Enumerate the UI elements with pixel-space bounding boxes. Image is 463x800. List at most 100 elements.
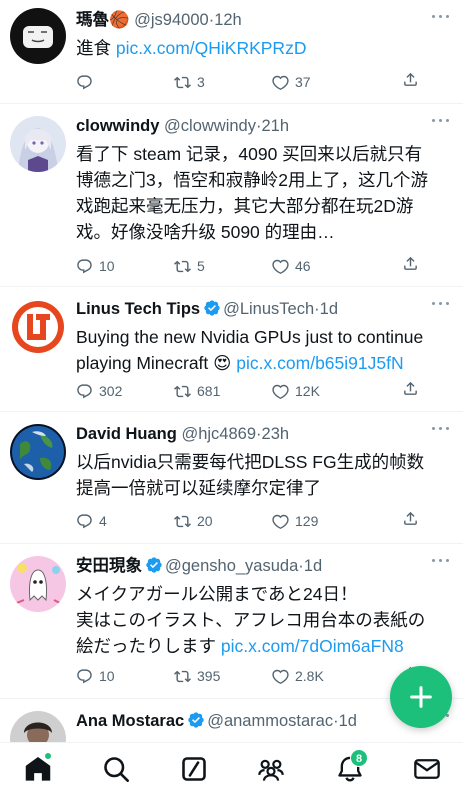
tab-notifications[interactable]: 8	[336, 749, 368, 785]
repost-button[interactable]: 5	[174, 255, 205, 277]
avatar[interactable]	[10, 299, 66, 355]
tweet[interactable]: clowwindy @clowwindy·21h 看了下 steam 记录，40…	[0, 104, 463, 287]
media-link[interactable]: pic.x.com/QHiKRKPRzD	[116, 38, 307, 58]
tab-communities[interactable]	[257, 755, 287, 785]
repost-count: 20	[197, 513, 213, 529]
text-line: 戏跑起来毫无压力，其它大部分都在玩2D游	[76, 196, 414, 216]
timestamp[interactable]: 23h	[262, 425, 290, 443]
like-button[interactable]: 2.8K	[272, 665, 324, 687]
repost-button[interactable]: 681	[174, 380, 220, 402]
tweet[interactable]: David Huang @hjc4869·23h 以后nvidia只需要每代把D…	[0, 412, 463, 544]
author-name[interactable]: David Huang	[76, 425, 177, 443]
tweet-text: 以后nvidia只需要每代把DLSS FG生成的帧数 提高一倍就可以延续摩尔定律…	[76, 449, 450, 501]
repost-count: 681	[197, 383, 221, 399]
tab-search[interactable]	[102, 755, 132, 785]
reply-button[interactable]	[76, 71, 99, 93]
like-icon	[272, 258, 289, 275]
more-options-icon[interactable]	[431, 423, 451, 435]
author-handle[interactable]: @js94000	[134, 11, 209, 29]
author-name[interactable]: clowwindy	[76, 117, 159, 135]
author-handle[interactable]: @LinusTech	[223, 300, 314, 318]
like-count: 37	[295, 74, 311, 90]
repost-icon	[174, 74, 191, 91]
timestamp[interactable]: 1d	[320, 300, 338, 318]
author-handle[interactable]: @anammostarac	[207, 712, 333, 730]
reply-button[interactable]: 10	[76, 665, 115, 687]
avatar[interactable]	[10, 424, 66, 480]
tweet[interactable]: Linus Tech Tips @LinusTech·1d Buying the …	[0, 287, 463, 412]
tweet[interactable]: 安田現象 @gensho_yasuda·1d メイクアガール公開まであと24日！ …	[0, 544, 463, 699]
like-icon	[272, 74, 289, 91]
repost-icon	[174, 383, 191, 400]
author-name[interactable]: 安田現象	[76, 557, 142, 575]
repost-icon	[174, 513, 191, 530]
reply-count: 10	[99, 258, 115, 274]
avatar[interactable]	[10, 711, 66, 742]
reply-button[interactable]: 4	[76, 510, 107, 532]
more-options-icon[interactable]	[431, 11, 451, 23]
avatar[interactable]	[10, 8, 66, 64]
timeline-feed[interactable]: 瑪魯🏀 @js94000·12h 進食 pic.x.com/QHiKRKPRzD…	[0, 0, 463, 742]
share-button[interactable]	[402, 71, 419, 93]
media-link[interactable]: pic.x.com/7dOim6aFN8	[221, 636, 404, 656]
author-name[interactable]: Linus Tech Tips	[76, 300, 200, 318]
like-icon	[272, 513, 289, 530]
like-icon	[272, 383, 289, 400]
repost-count: 5	[197, 258, 205, 274]
text-line: 進食	[76, 38, 111, 58]
like-count: 129	[295, 513, 319, 529]
action-bar: 10 5 46	[76, 255, 419, 277]
like-button[interactable]: 46	[272, 255, 311, 277]
tweet-text: 看了下 steam 记录，4090 买回来以后就只有 博德之门3，悟空和寂静岭2…	[76, 141, 450, 245]
share-icon	[402, 71, 419, 88]
author-name[interactable]: 瑪魯	[76, 11, 109, 29]
avatar[interactable]	[10, 556, 66, 612]
like-button[interactable]: 37	[272, 71, 311, 93]
author-handle[interactable]: @gensho_yasuda	[165, 557, 298, 575]
messages-icon	[414, 759, 440, 779]
timestamp[interactable]: 1d	[339, 712, 357, 730]
reply-count: 10	[99, 668, 115, 684]
search-icon	[104, 757, 129, 782]
verified-badge-icon	[187, 711, 205, 729]
more-options-icon[interactable]	[431, 555, 451, 567]
timestamp[interactable]: 12h	[214, 11, 242, 29]
author-handle[interactable]: @clowwindy	[164, 117, 256, 135]
timestamp[interactable]: 1d	[304, 557, 322, 575]
tweet[interactable]: 瑪魯🏀 @js94000·12h 進食 pic.x.com/QHiKRKPRzD…	[0, 0, 463, 104]
author-name[interactable]: Ana Mostarac	[76, 712, 184, 730]
text-line: playing Minecraft	[76, 353, 209, 373]
media-link[interactable]: pic.x.com/b65i91J5fN	[236, 353, 403, 373]
reply-count: 4	[99, 513, 107, 529]
tab-messages[interactable]	[413, 755, 443, 785]
timestamp[interactable]: 21h	[261, 117, 289, 135]
repost-button[interactable]: 395	[174, 665, 220, 687]
share-button[interactable]	[402, 510, 419, 532]
tab-home[interactable]	[24, 752, 54, 785]
text-line: 以后nvidia只需要每代把DLSS FG生成的帧数	[76, 452, 425, 472]
share-button[interactable]	[402, 380, 419, 402]
author-handle[interactable]: @hjc4869	[181, 425, 256, 443]
repost-button[interactable]: 20	[174, 510, 213, 532]
share-button[interactable]	[402, 255, 419, 277]
heart-eyes-emoji: 😍	[213, 353, 232, 373]
reply-button[interactable]: 10	[76, 255, 115, 277]
avatar[interactable]	[10, 116, 66, 172]
like-count: 46	[295, 258, 311, 274]
like-button[interactable]: 129	[272, 510, 318, 532]
like-count: 12K	[295, 383, 320, 399]
more-options-icon[interactable]	[431, 298, 451, 310]
communities-icon	[258, 759, 284, 781]
text-line: 提高一倍就可以延续摩尔定律了	[76, 478, 321, 498]
grok-icon	[182, 757, 206, 781]
plus-icon	[410, 686, 432, 708]
share-icon	[402, 510, 419, 527]
like-button[interactable]: 12K	[272, 380, 320, 402]
text-line: 戏。好像没啥升级 5090 的理由…	[76, 222, 335, 242]
bottom-tab-bar: 8	[0, 742, 463, 800]
more-options-icon[interactable]	[431, 115, 451, 127]
repost-button[interactable]: 3	[174, 71, 205, 93]
tab-grok[interactable]	[180, 755, 210, 785]
compose-button[interactable]	[390, 666, 452, 728]
reply-button[interactable]: 302	[76, 380, 122, 402]
